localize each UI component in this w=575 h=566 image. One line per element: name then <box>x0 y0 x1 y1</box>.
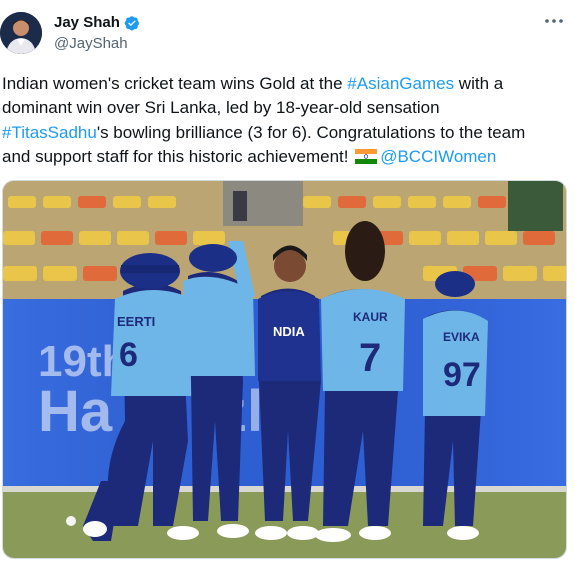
tweet-text-segment: dominant win over Sri Lanka, led by 18-y… <box>2 98 440 118</box>
mention-bcciwomen[interactable]: @BCCIWomen <box>380 147 496 166</box>
tweet-photo[interactable]: 19th Ha zl EERTI 6 <box>2 180 567 559</box>
display-name[interactable]: Jay Shah <box>54 14 120 31</box>
jersey-number: 97 <box>443 356 481 394</box>
tweet-card: Jay Shah @JayShah Indian women's cricket… <box>0 0 575 566</box>
jersey-number: 7 <box>359 336 381 380</box>
hashtag-asiangames[interactable]: #AsianGames <box>347 74 454 93</box>
cricket-ball <box>66 516 76 526</box>
jersey-name: EERTI <box>117 314 155 329</box>
tweet-text: Indian women's cricket team wins Gold at… <box>2 72 562 169</box>
jersey-name: EVIKA <box>443 330 480 344</box>
tweet-text-segment: and support staff for this historic achi… <box>2 146 354 166</box>
jersey-name: KAUR <box>353 310 388 324</box>
banner-text: Ha <box>38 379 113 444</box>
more-options-icon[interactable] <box>543 12 565 30</box>
jersey-name: NDIA <box>273 324 305 339</box>
avatar[interactable] <box>0 12 42 54</box>
handle[interactable]: @JayShah <box>54 35 128 52</box>
hashtag-titassadhu[interactable]: #TitasSadhu <box>2 123 97 142</box>
india-flag-icon <box>355 148 378 164</box>
stadium-seats <box>3 181 566 301</box>
verified-badge-icon <box>124 15 139 30</box>
jersey-number: 6 <box>119 336 138 374</box>
tweet-text-segment: with a <box>454 74 504 93</box>
tweet-text-segment: 's bowling brilliance (3 for 6). Congrat… <box>96 122 526 142</box>
tweet-text-segment: Indian women's cricket team wins Gold at… <box>2 74 348 93</box>
